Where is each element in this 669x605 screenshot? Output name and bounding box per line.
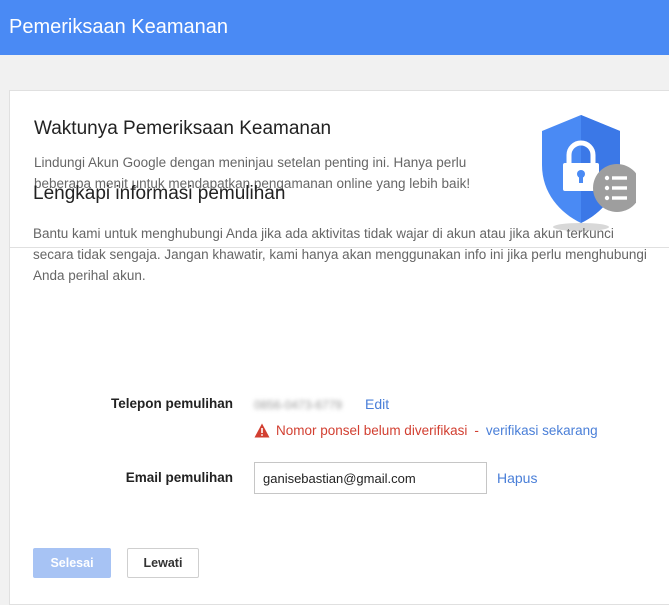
verify-now-link[interactable]: verifikasi sekarang [486,423,598,438]
recovery-description: Bantu kami untuk menghubungi Anda jika a… [33,226,647,283]
security-check-card: Waktunya Pemeriksaan Keamanan Lindungi A… [9,90,669,605]
skip-button[interactable]: Lewati [127,548,199,578]
app-title: Pemeriksaan Keamanan [9,16,229,38]
remove-email-link[interactable]: Hapus [497,470,537,486]
recovery-heading: Lengkapi informasi pemulihan [33,183,286,204]
top-app-bar: Pemeriksaan Keamanan [0,0,669,55]
warning-separator: - [474,423,479,438]
security-shield-icon [542,115,636,231]
edit-phone-link[interactable]: Edit [365,396,389,412]
done-button[interactable]: Selesai [33,548,111,578]
warning-icon [254,423,270,438]
phone-warning: Nomor ponsel belum diverifikasi - verifi… [254,423,598,438]
recovery-phone-value: 0856-0473-6779 [254,398,343,412]
warning-text: Nomor ponsel belum diverifikasi [276,423,468,438]
recovery-email-label: Email pemulihan [125,470,233,485]
recovery-phone-label: Telepon pemulihan [110,396,233,411]
recovery-email-input[interactable] [254,462,487,494]
intro-heading: Waktunya Pemeriksaan Keamanan [34,118,332,139]
